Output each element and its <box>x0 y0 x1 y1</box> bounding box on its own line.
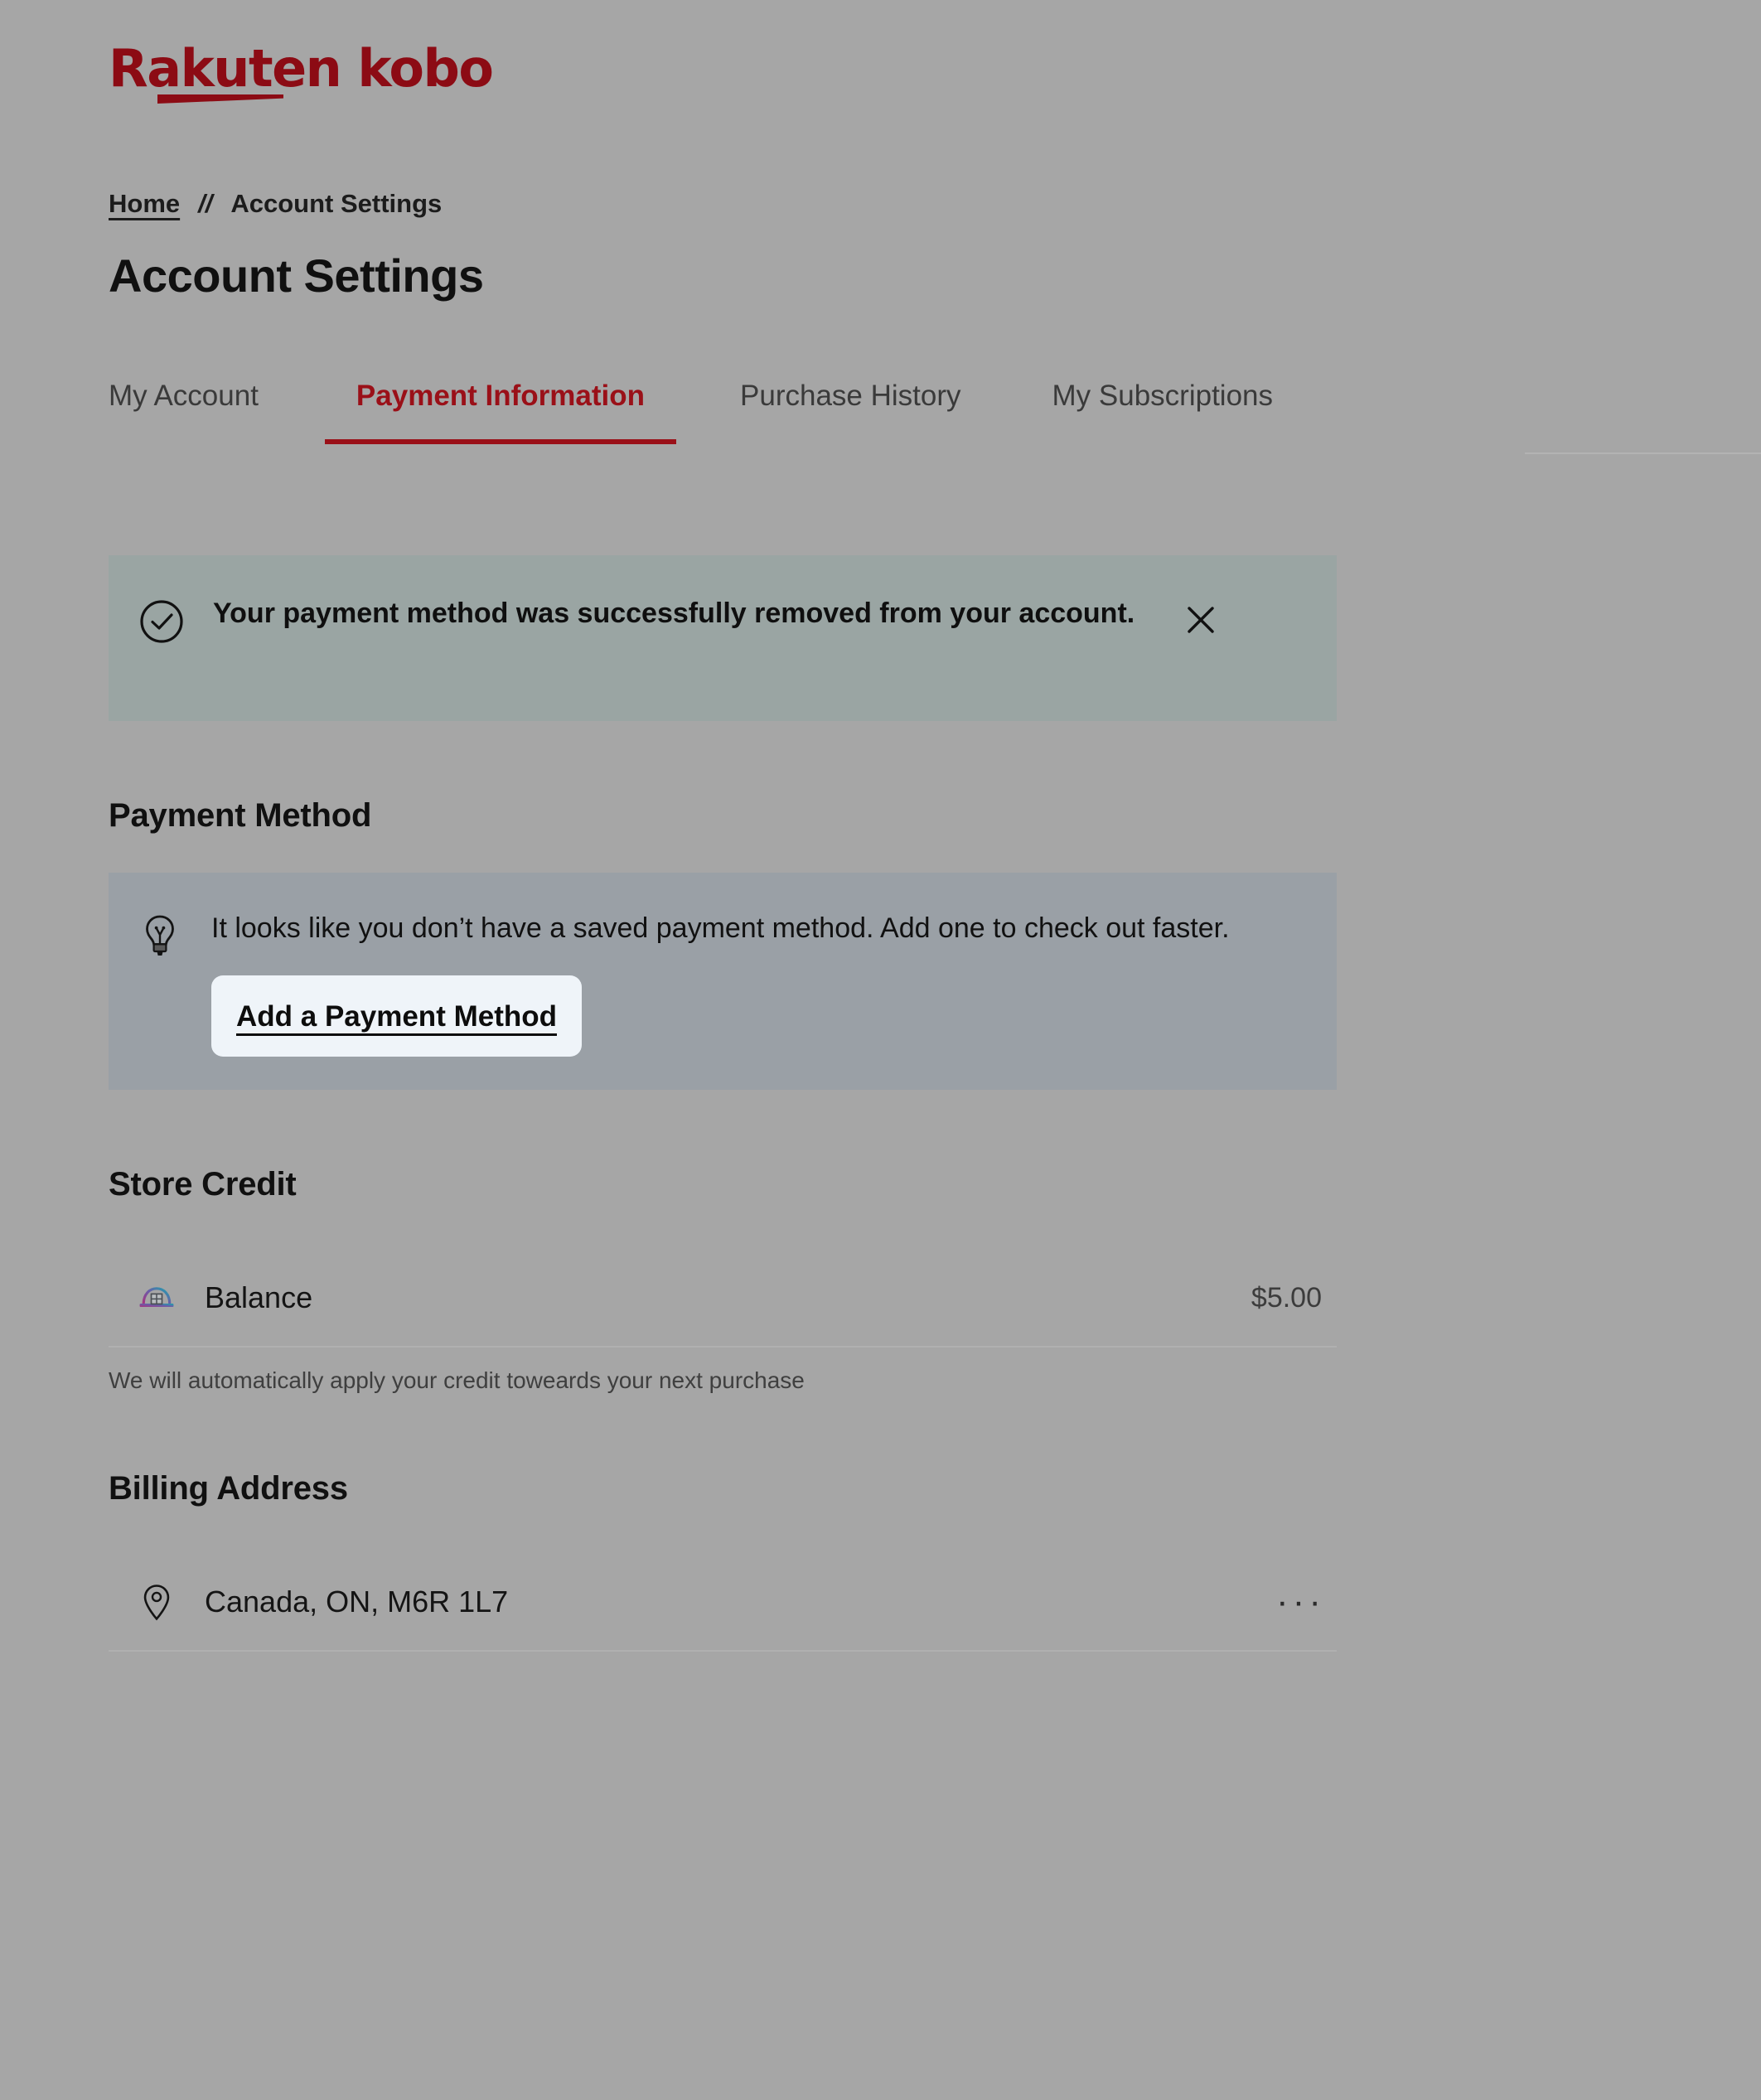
success-banner-message: Your payment method was successfully rem… <box>213 598 1135 629</box>
billing-address-row: Canada, ON, M6R 1L7 ··· <box>109 1557 1337 1652</box>
map-pin-icon <box>133 1579 180 1625</box>
breadcrumb: Home // Account Settings <box>109 189 442 219</box>
breadcrumb-current: Account Settings <box>230 189 443 218</box>
store-credit-icon <box>133 1275 180 1321</box>
add-payment-method-button[interactable]: Add a Payment Method <box>211 975 582 1057</box>
page-title: Account Settings <box>109 249 484 302</box>
tab-purchase-history[interactable]: Purchase History <box>740 365 960 413</box>
tab-my-subscriptions[interactable]: My Subscriptions <box>1052 365 1273 413</box>
breadcrumb-separator: // <box>198 189 213 218</box>
payment-method-empty-message: It looks like you don’t have a saved pay… <box>211 912 1230 944</box>
tab-my-account[interactable]: My Account <box>109 365 259 413</box>
tab-payment-information[interactable]: Payment Information <box>324 365 677 444</box>
breadcrumb-home-link[interactable]: Home <box>109 189 180 219</box>
store-credit-balance-row: Balance $5.00 <box>109 1253 1337 1348</box>
lightbulb-icon <box>142 912 178 959</box>
billing-address-value: Canada, ON, M6R 1L7 <box>205 1585 509 1619</box>
store-credit-heading: Store Credit <box>109 1166 297 1202</box>
store-credit-helper-text: We will automatically apply your credit … <box>109 1367 805 1393</box>
billing-address-overflow-menu[interactable]: ··· <box>1276 1584 1325 1620</box>
payment-method-empty-box: It looks like you don’t have a saved pay… <box>109 873 1337 1090</box>
close-icon[interactable] <box>1183 602 1219 638</box>
tab-bar: My Account Payment Information Purchase … <box>109 365 1650 456</box>
brand-logo-swoosh <box>157 94 283 104</box>
store-credit-balance-label: Balance <box>205 1280 313 1314</box>
check-circle-icon <box>138 598 185 645</box>
main-content: Your payment method was successfully rem… <box>109 555 1337 1652</box>
add-payment-method-label: Add a Payment Method <box>236 1000 557 1033</box>
payment-method-heading: Payment Method <box>109 797 372 834</box>
brand-logo-text: Rakuten kobo <box>109 38 494 99</box>
success-banner: Your payment method was successfully rem… <box>109 555 1337 721</box>
tab-bar-divider <box>1525 452 1761 454</box>
store-credit-balance-value: $5.00 <box>1251 1281 1322 1314</box>
billing-address-heading: Billing Address <box>109 1470 348 1507</box>
brand-logo[interactable]: Rakuten kobo <box>109 43 523 109</box>
